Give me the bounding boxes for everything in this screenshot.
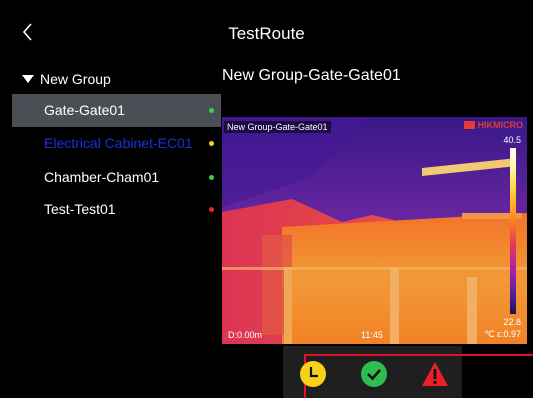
status-dot (209, 207, 214, 212)
min-temperature: 22.8 (503, 317, 521, 327)
route-item-label: Test-Test01 (44, 201, 116, 217)
max-temperature: 40.5 (503, 135, 521, 145)
brand-logo: HIKMICRO (463, 120, 524, 130)
time-readout: 11:45 (361, 330, 383, 340)
caret-down-icon (22, 75, 34, 83)
route-item-electrical-cabinet[interactable]: Electrical Cabinet-EC01 (12, 127, 221, 160)
route-item-label: Electrical Cabinet-EC01 (44, 135, 193, 151)
brand-name: HIKMICRO (477, 120, 524, 130)
thermal-scene (222, 117, 527, 344)
clock-icon[interactable] (299, 360, 327, 388)
warning-triangle-icon[interactable] (421, 360, 449, 388)
status-dot (209, 141, 214, 146)
group-toggle[interactable]: New Group (22, 70, 111, 88)
check-circle-icon[interactable] (360, 360, 388, 388)
highlight-outline (304, 354, 533, 398)
status-dot (209, 108, 214, 113)
route-sidebar: New Group Gate-Gate01 Electrical Cabinet… (0, 62, 221, 398)
status-dot (209, 175, 214, 180)
route-item-gate[interactable]: Gate-Gate01 (12, 94, 221, 127)
route-item-label: Gate-Gate01 (44, 102, 125, 118)
page-title: TestRoute (228, 24, 305, 43)
route-item-label: Chamber-Cham01 (44, 169, 160, 185)
route-item-chamber[interactable]: Chamber-Cham01 (12, 161, 221, 194)
route-item-test[interactable]: Test-Test01 (12, 193, 221, 226)
thermal-path-label: New Group-Gate-Gate01 (224, 121, 331, 133)
temperature-scale-bar (510, 148, 516, 314)
group-label: New Group (40, 71, 111, 87)
emissivity-readout: ℃ ε:0.97 (484, 329, 521, 339)
top-bar: TestRoute (0, 0, 533, 62)
point-title: New Group-Gate-Gate01 (222, 67, 401, 84)
brand-mark-icon (463, 121, 475, 129)
thermal-image[interactable]: New Group-Gate-Gate01 HIKMICRO 40.5 22.8… (222, 117, 527, 344)
distance-readout: D:0.00m (228, 330, 263, 340)
